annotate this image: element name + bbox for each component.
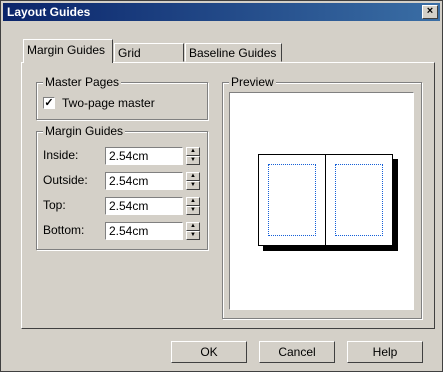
tab-margin-guides[interactable]: Margin Guides bbox=[23, 39, 113, 63]
bottom-label: Bottom: bbox=[43, 223, 85, 237]
master-pages-legend: Master Pages bbox=[43, 75, 122, 89]
layout-guides-dialog: Layout Guides × Margin Guides Grid Guide… bbox=[0, 0, 443, 372]
help-button[interactable]: Help bbox=[347, 341, 423, 363]
left-page-margin-guide bbox=[268, 164, 316, 236]
two-page-master-checkbox[interactable]: ✓ bbox=[43, 97, 55, 109]
title-bar[interactable]: Layout Guides × bbox=[3, 3, 440, 21]
preview-legend: Preview bbox=[229, 75, 276, 89]
spin-up-icon[interactable]: ▲ bbox=[186, 172, 200, 181]
spin-down-icon[interactable]: ▼ bbox=[186, 231, 200, 240]
dialog-title: Layout Guides bbox=[7, 5, 91, 19]
close-button[interactable]: × bbox=[422, 5, 438, 19]
spin-down-icon[interactable]: ▼ bbox=[186, 206, 200, 215]
top-spinner[interactable]: ▲ ▼ bbox=[186, 197, 200, 215]
preview-canvas bbox=[229, 92, 414, 310]
margin-guides-legend: Margin Guides bbox=[43, 124, 126, 138]
tab-label: Baseline Guides bbox=[189, 46, 277, 60]
tab-label: Margin Guides bbox=[27, 43, 106, 57]
bottom-spinner[interactable]: ▲ ▼ bbox=[186, 222, 200, 240]
left-page-preview bbox=[258, 154, 326, 246]
ok-button[interactable]: OK bbox=[171, 341, 247, 363]
right-page-preview bbox=[325, 154, 393, 246]
inside-spinner[interactable]: ▲ ▼ bbox=[186, 147, 200, 165]
two-page-master-label: Two-page master bbox=[62, 96, 155, 110]
top-input[interactable]: 2.54cm bbox=[105, 197, 183, 215]
spin-up-icon[interactable]: ▲ bbox=[186, 222, 200, 231]
spin-up-icon[interactable]: ▲ bbox=[186, 197, 200, 206]
tab-grid-guides[interactable]: Grid Guides bbox=[114, 43, 184, 78]
inside-label: Inside: bbox=[43, 148, 79, 162]
top-label: Top: bbox=[43, 198, 66, 212]
outside-label: Outside: bbox=[43, 173, 88, 187]
outside-input[interactable]: 2.54cm bbox=[105, 172, 183, 190]
spin-up-icon[interactable]: ▲ bbox=[186, 147, 200, 156]
tab-baseline-guides[interactable]: Baseline Guides bbox=[185, 43, 282, 62]
cancel-button[interactable]: Cancel bbox=[259, 341, 335, 363]
check-icon: ✓ bbox=[44, 97, 54, 109]
inside-input[interactable]: 2.54cm bbox=[105, 147, 183, 165]
bottom-input[interactable]: 2.54cm bbox=[105, 222, 183, 240]
right-page-margin-guide bbox=[335, 164, 383, 236]
spin-down-icon[interactable]: ▼ bbox=[186, 181, 200, 190]
spin-down-icon[interactable]: ▼ bbox=[186, 156, 200, 165]
outside-spinner[interactable]: ▲ ▼ bbox=[186, 172, 200, 190]
